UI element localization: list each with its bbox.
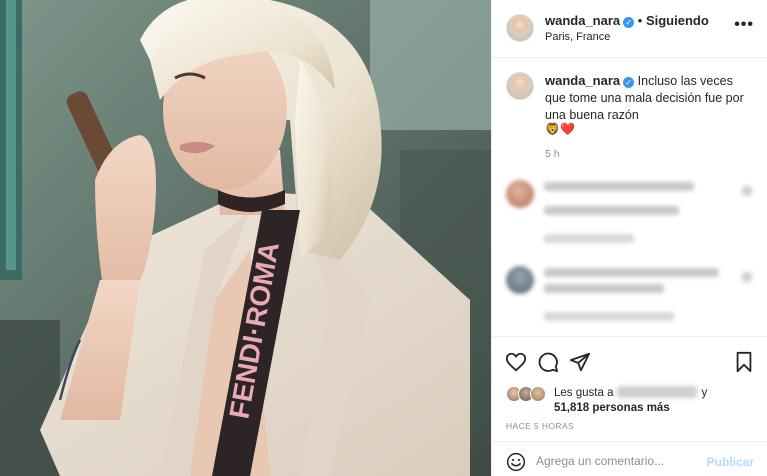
caption-username-link[interactable]: wanda_nara <box>545 73 620 88</box>
caption-emoji: 🦁❤️ <box>545 122 575 136</box>
likes-prefix: Les gusta a <box>554 387 614 399</box>
post-photo-illustration: FENDI·ROMA <box>0 0 491 476</box>
comment-blur-bar <box>544 268 719 277</box>
likes-line: Les gusta a y <box>554 386 707 399</box>
liker-name-blurred[interactable] <box>617 386 698 398</box>
liker-avatar[interactable] <box>530 386 546 402</box>
comment-item-blurred <box>492 262 767 344</box>
post-photo[interactable]: FENDI·ROMA <box>0 0 491 476</box>
caption-avatar[interactable] <box>506 72 534 100</box>
comment-like-blur <box>742 186 752 196</box>
header-separator: • <box>634 13 646 28</box>
paper-plane-icon[interactable] <box>569 351 591 373</box>
publish-button[interactable]: Publicar <box>707 455 754 469</box>
post-sidebar: wanda_nara ✓ • Siguiendo Paris, France ••… <box>491 0 767 476</box>
caption-text-block: wanda_nara ✓ Incluso las veces que tome u… <box>545 72 757 124</box>
username-link[interactable]: wanda_nara <box>545 13 620 28</box>
likes-count-link[interactable]: 51,818 personas más <box>554 402 670 414</box>
comment-item-blurred <box>492 176 767 258</box>
avatar[interactable] <box>506 14 534 42</box>
likes-summary: Les gusta a y 51,818 personas más <box>492 382 767 422</box>
comment-input[interactable] <box>536 450 706 472</box>
comment-like-blur <box>742 272 752 282</box>
verified-badge-icon: ✓ <box>623 17 635 28</box>
comment-blur-bar <box>544 206 679 215</box>
comment-box: Publicar <box>492 441 767 476</box>
verified-badge-icon: ✓ <box>623 77 635 88</box>
comment-blur-bar <box>544 182 694 191</box>
caption-age: 5 h <box>545 148 560 160</box>
ellipsis-icon[interactable]: ••• <box>734 16 754 34</box>
heart-icon[interactable] <box>505 351 527 373</box>
post-header: wanda_nara ✓ • Siguiendo Paris, France ••… <box>492 0 767 58</box>
bookmark-icon[interactable] <box>733 351 755 373</box>
post-timestamp[interactable]: HACE 5 HORAS <box>506 421 574 431</box>
comment-blur-bar <box>544 312 674 321</box>
comment-blur-bar <box>544 234 634 243</box>
location-link[interactable]: Paris, France <box>545 31 610 43</box>
comment-avatar <box>506 180 534 208</box>
action-bar <box>492 336 767 384</box>
smiley-icon[interactable] <box>506 452 526 472</box>
comment-avatar <box>506 266 534 294</box>
likes-suffix: y <box>701 387 708 399</box>
comment-blur-bar <box>544 284 664 293</box>
comment-bubble-icon[interactable] <box>537 351 559 373</box>
header-user-line: wanda_nara ✓ • Siguiendo <box>545 13 709 28</box>
following-button[interactable]: Siguiendo <box>646 13 709 28</box>
